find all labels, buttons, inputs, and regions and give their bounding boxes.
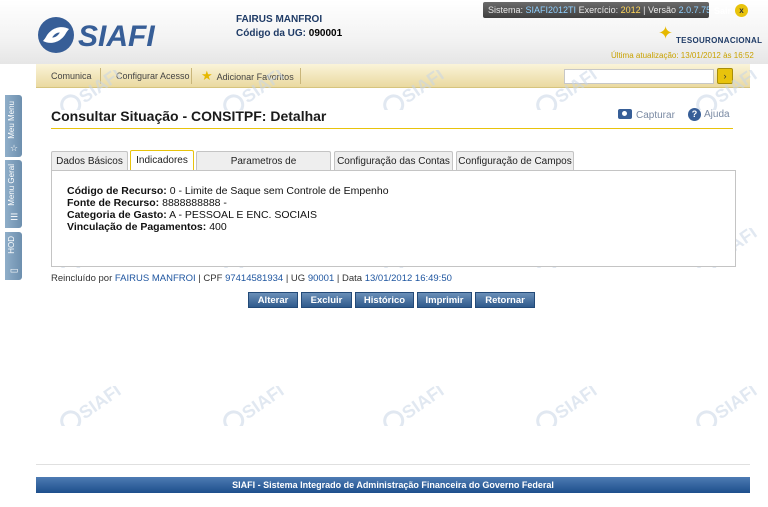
- field-value: 8888888888 -: [162, 197, 227, 209]
- tree-menu-icon: ☰: [9, 212, 19, 222]
- toolbar-divider: [300, 68, 301, 84]
- tab-configuracao-campos[interactable]: Configuração de Campos: [456, 151, 574, 171]
- exercise-value: 2012: [620, 5, 641, 15]
- audit-ug-label: | UG: [285, 273, 306, 284]
- audit-cpf-value: 97414581934: [225, 273, 284, 284]
- tesouro-nacional-logo: ✦ TESOURONACIONAL: [658, 23, 762, 46]
- version-label: Versão: [648, 5, 677, 15]
- tesouro-text: TESOURONACIONAL: [676, 36, 763, 45]
- siafi-logo: SIAFI: [38, 17, 155, 53]
- field-codigo-recurso: Código de Recurso: 0 - Limite de Saque s…: [67, 185, 389, 197]
- audit-info: Reincluído por FAIRUS MANFROI | CPF 9741…: [51, 273, 452, 284]
- toolbar-comunica[interactable]: Comunica: [51, 64, 92, 88]
- toolbar-configurar-acesso[interactable]: Configurar Acesso: [116, 64, 190, 88]
- header-bar: SIAFI FAIRUS MANFROI Código da UG: 09000…: [0, 0, 768, 64]
- tab-dados-basicos[interactable]: Dados Básicos: [51, 151, 128, 171]
- top-toolbar: Comunica Configurar Acesso ★ Adicionar Fa…: [36, 64, 750, 88]
- footer-bar: SIAFI - Sistema Integrado de Administraç…: [36, 477, 750, 493]
- help-label: Ajuda: [704, 109, 730, 120]
- logo-text: SIAFI: [78, 20, 155, 53]
- toolbar-adicionar-favoritos[interactable]: ★ Adicionar Favoritos: [201, 64, 294, 88]
- close-icon[interactable]: x: [735, 4, 748, 17]
- imprimir-button[interactable]: Imprimir: [417, 292, 472, 308]
- content-divider: [36, 464, 750, 465]
- logout-button[interactable]: Sair x: [712, 2, 752, 18]
- field-value: 400: [209, 221, 227, 233]
- help-button[interactable]: ? Ajuda: [688, 108, 730, 121]
- field-label: Código de Recurso:: [67, 185, 167, 197]
- search-go-button[interactable]: ›: [717, 68, 733, 84]
- toolbar-divider: [191, 68, 192, 84]
- field-label: Fonte de Recurso:: [67, 197, 160, 209]
- system-label: Sistema:: [488, 5, 524, 15]
- ug-label: Código da UG:: [236, 28, 306, 39]
- star-outline-icon: ☆: [9, 143, 19, 153]
- field-label: Categoria de Gasto:: [67, 209, 167, 221]
- camera-icon: [618, 109, 632, 119]
- help-icon: ?: [688, 108, 701, 121]
- search-input[interactable]: [564, 69, 714, 84]
- field-value: A - PESSOAL E ENC. SOCIAIS: [169, 209, 317, 221]
- page-title: Consultar Situação - CONSITPF: Detalhar: [51, 108, 327, 124]
- field-value: 0 - Limite de Saque sem Controle de Empe…: [169, 185, 389, 197]
- last-update-text: Última atualização: 13/01/2012 às 16:52: [611, 51, 754, 60]
- capture-button[interactable]: Capturar: [618, 109, 675, 121]
- star-icon: ✦: [658, 23, 674, 43]
- sidebar-tab-hod[interactable]: HOD ▭: [5, 232, 22, 280]
- tab-configuracao-contas[interactable]: Configuração das Contas: [334, 151, 453, 171]
- tab-indicadores[interactable]: Indicadores: [130, 150, 194, 171]
- alterar-button[interactable]: Alterar: [248, 292, 298, 308]
- sidebar-tab-label: Meu Menu: [7, 101, 16, 139]
- sidebar-tab-menu-geral[interactable]: Menu Geral ☰: [5, 160, 22, 228]
- sidebar-tab-label: HOD: [7, 236, 16, 254]
- field-fonte-recurso: Fonte de Recurso: 8888888888 -: [67, 197, 227, 209]
- exercise-label: Exercício:: [578, 5, 619, 15]
- audit-date-label: | Data: [336, 273, 363, 284]
- audit-ug-value: 90001: [307, 273, 335, 284]
- field-categoria-gasto: Categoria de Gasto: A - PESSOAL E ENC. S…: [67, 209, 317, 221]
- ug-value: 090001: [308, 28, 343, 39]
- sidebar-tab-meu-menu[interactable]: Meu Menu ☆: [5, 95, 22, 157]
- ug-info: Código da UG: 090001: [236, 28, 342, 39]
- system-value: SIAFI2012TI: [525, 5, 577, 15]
- audit-cpf-label: | CPF: [198, 273, 223, 284]
- logout-label: Sair: [714, 6, 732, 16]
- toolbar-favoritos-label: Adicionar Favoritos: [216, 72, 294, 82]
- audit-date-value: 13/01/2012 16:49:50: [364, 273, 452, 284]
- field-label: Vinculação de Pagamentos:: [67, 221, 207, 233]
- excluir-button[interactable]: Excluir: [301, 292, 352, 308]
- system-info-bar: Sistema: SIAFI2012TI Exercício: 2012 | V…: [483, 2, 709, 18]
- field-vinculacao-pagamentos: Vinculação de Pagamentos: 400: [67, 221, 227, 233]
- audit-user-link[interactable]: FAIRUS MANFROI: [115, 273, 196, 284]
- capture-label: Capturar: [636, 110, 675, 121]
- historico-button[interactable]: Histórico: [355, 292, 414, 308]
- toolbar-divider: [100, 68, 101, 84]
- user-name: FAIRUS MANFROI: [236, 14, 323, 25]
- retornar-button[interactable]: Retornar: [475, 292, 535, 308]
- title-divider: [51, 128, 733, 129]
- tab-parametros-contabilizacao[interactable]: Parametros de Contabilização: [196, 151, 331, 186]
- version-value: 2.0.7.754.142: [678, 5, 709, 15]
- monitor-icon: ▭: [9, 265, 19, 275]
- audit-prefix: Reincluído por: [51, 273, 113, 284]
- favorite-star-icon: ★: [201, 68, 213, 83]
- sidebar-tab-label: Menu Geral: [7, 164, 16, 206]
